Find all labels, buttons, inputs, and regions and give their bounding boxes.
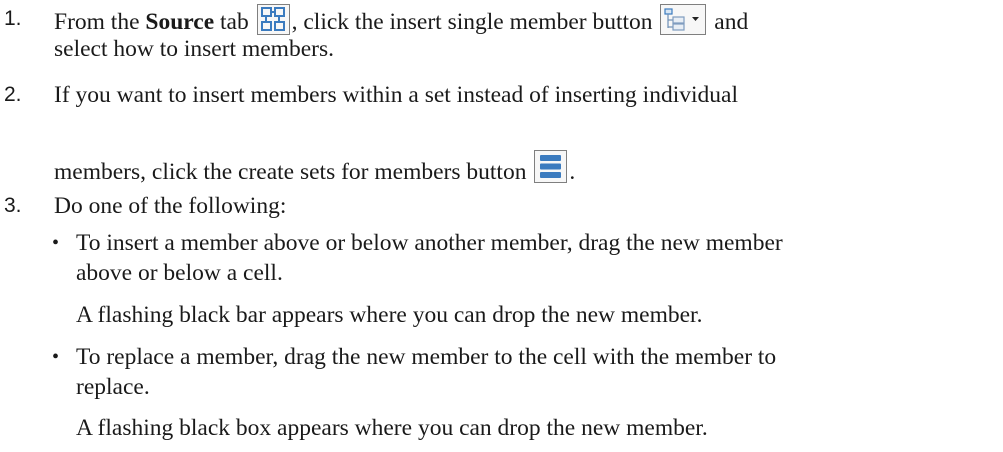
step-number: 3. (4, 194, 22, 217)
step-3-line-1: Do one of the following: (54, 193, 287, 219)
bullet-1-line-2: above or below a cell. (76, 260, 283, 286)
step-1-text-b: tab (214, 9, 249, 35)
bullet-1-line-1: To insert a member above or below anothe… (76, 230, 783, 256)
step-text: If you want to insert members within a s… (54, 80, 995, 110)
step-1-text-c: , click the insert single member button (291, 9, 653, 35)
step-number: 2. (4, 83, 22, 106)
insert-single-member-icon[interactable] (660, 4, 707, 35)
step-number: 1. (4, 7, 22, 30)
step-text: From the Source tab , click the insert s… (54, 4, 995, 64)
bullet-2-line-2: replace. (76, 374, 150, 400)
bullet-2-line-1: To replace a member, drag the new member… (76, 344, 777, 370)
step-text: Do one of the following: (54, 191, 995, 221)
step-1-line-2: select how to insert members. (54, 36, 334, 62)
document: 1. From the Source tab , click the inser… (0, 0, 1003, 452)
create-sets-icon[interactable] (534, 150, 568, 183)
bullet-marker: • (52, 346, 60, 368)
step-1-text-d: and (714, 9, 749, 35)
bullet-marker: • (52, 232, 60, 254)
step-1-text-a: From the (54, 9, 146, 35)
source-tab-icon[interactable] (256, 4, 290, 35)
step-2-period: . (569, 159, 576, 185)
source-tab-label: Source (145, 9, 215, 35)
step-2-line-1: If you want to insert members within a s… (54, 82, 738, 108)
bullet-2-note: A flashing black box appears where you c… (76, 415, 708, 441)
step-2-line-2: members, click the create sets for membe… (54, 159, 527, 185)
bullet-1-note: A flashing black bar appears where you c… (76, 302, 703, 328)
